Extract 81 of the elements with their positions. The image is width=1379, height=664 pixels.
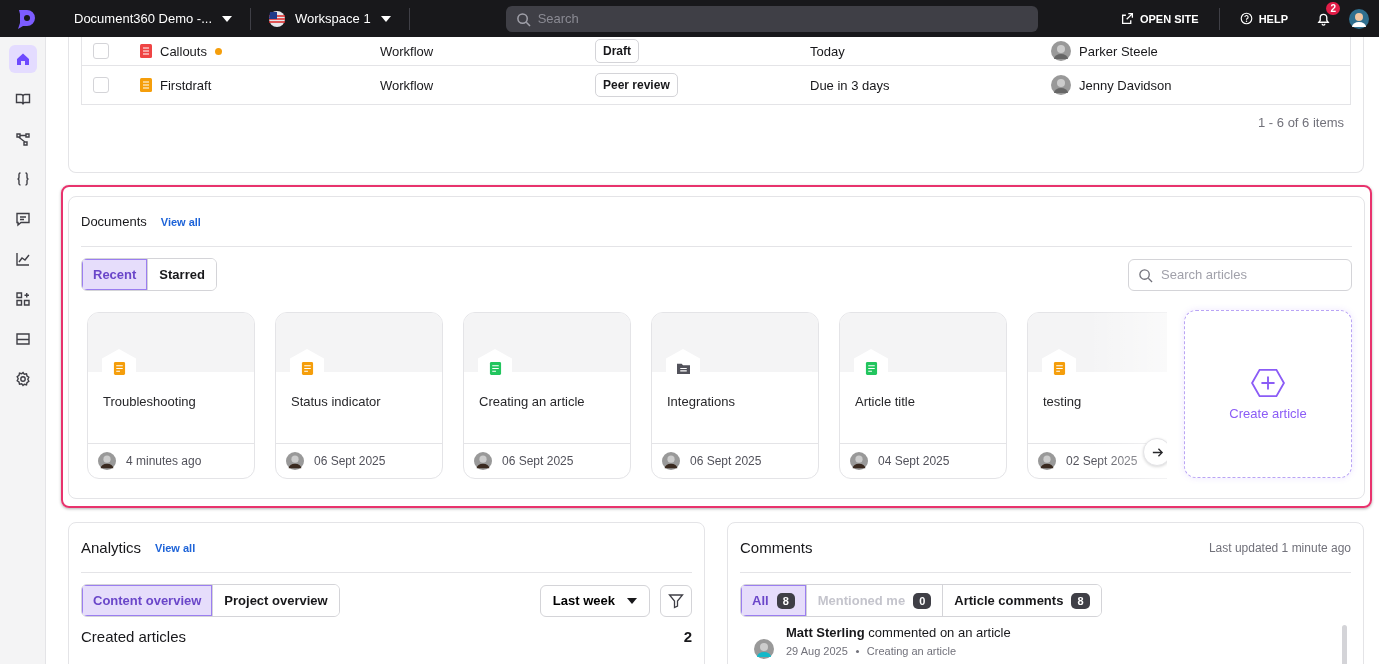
article-title: Status indicator	[290, 393, 382, 411]
workspace-dropdown[interactable]: Workspace 1	[265, 10, 395, 27]
caret-icon	[380, 15, 391, 22]
open-site-link[interactable]: OPEN SITE	[1114, 12, 1205, 25]
section-title: Comments	[740, 539, 813, 556]
section-title: Documents	[81, 214, 147, 229]
search-icon	[515, 11, 531, 27]
article-title: Troubleshooting	[102, 393, 197, 411]
next-arrow-button[interactable]	[1143, 438, 1167, 466]
table-cell-text: Today	[810, 43, 846, 59]
user-avatar	[474, 452, 492, 470]
modified-date: 06 Sept 2025	[502, 454, 574, 468]
tab[interactable]: Project overview	[212, 585, 339, 616]
filter-button[interactable]	[660, 584, 692, 617]
pagination-summary: 1 - 6 of 6 items	[1257, 114, 1345, 130]
comment-summary: Matt Sterling commented on an article	[786, 625, 1011, 640]
tab[interactable]: Content overview	[82, 585, 213, 616]
row-checkbox[interactable]	[93, 77, 109, 93]
user-avatar	[286, 452, 304, 470]
project-dropdown[interactable]: Document360 Demo -...	[70, 11, 236, 26]
search-field[interactable]: Search articles	[1128, 258, 1352, 291]
article-title: testing	[1042, 393, 1083, 411]
assignee-name: Parker Steele	[1079, 43, 1158, 59]
article-title: Creating an article	[478, 393, 586, 411]
row-checkbox[interactable]	[93, 43, 109, 59]
user-avatar	[850, 452, 868, 470]
view-all-link[interactable]: View all	[155, 541, 196, 554]
last-updated-text: Last updated 1 minute ago	[1208, 540, 1351, 555]
user-avatar	[1051, 41, 1071, 61]
user-avatar	[662, 452, 680, 470]
tab[interactable]: Recent	[82, 259, 148, 290]
flag-icon	[269, 10, 285, 27]
separator-dot	[855, 649, 859, 653]
help-icon	[1239, 12, 1253, 25]
table-cell-text: Workflow	[380, 43, 435, 59]
caret-icon	[222, 15, 232, 22]
user-avatar	[1051, 75, 1071, 95]
status-tag: Peer review	[595, 73, 678, 97]
create-article-button[interactable]: Create article	[1184, 310, 1352, 478]
article-card[interactable]: Creating an article 06 Sept 2025	[463, 312, 631, 479]
modified-date: 06 Sept 2025	[314, 454, 386, 468]
article-card[interactable]: Integrations 06 Sept 2025	[651, 312, 819, 479]
plus-hexagon-icon	[1251, 367, 1285, 398]
article-card[interactable]: Status indicator 06 Sept 2025	[275, 312, 443, 479]
article-card[interactable]: Article title 04 Sept 2025	[839, 312, 1007, 479]
comment-date: 29 Aug 2025	[786, 645, 848, 657]
article-card[interactable]: Troubleshooting 4 minutes ago	[87, 312, 255, 479]
metric-value: 2	[683, 628, 692, 645]
filter-icon	[668, 592, 684, 609]
section-title: Analytics	[81, 539, 142, 556]
modified-date: 02 Sept 2025	[1066, 454, 1138, 468]
user-avatar[interactable]	[1349, 8, 1369, 29]
period-dropdown[interactable]: Last week	[539, 584, 650, 617]
external-link-icon	[1120, 12, 1134, 25]
modified-date: 04 Sept 2025	[878, 454, 950, 468]
article-link[interactable]: Creating an article	[866, 645, 957, 657]
modified-date: 4 minutes ago	[126, 454, 202, 468]
article-title: Article title	[854, 393, 916, 411]
article-title[interactable]: Firstdraft	[160, 77, 212, 93]
nav-home-icon[interactable]	[8, 45, 37, 73]
article-title[interactable]: Callouts	[160, 43, 207, 59]
table-cell-text: Due in 3 days	[810, 77, 891, 93]
search-field[interactable]: Search	[505, 5, 1038, 32]
help-link[interactable]: HELP	[1233, 12, 1294, 25]
modified-date: 06 Sept 2025	[690, 454, 762, 468]
tab[interactable]: Article comments 8	[942, 585, 1101, 616]
search-icon	[1138, 267, 1153, 283]
metric-label: Created articles	[81, 628, 187, 645]
user-avatar	[1038, 452, 1056, 470]
table-cell-text: Workflow	[380, 77, 435, 93]
notification-bell-icon[interactable]	[1316, 11, 1331, 26]
user-avatar	[754, 639, 774, 659]
caret-icon	[627, 597, 637, 604]
article-title: Integrations	[666, 393, 736, 411]
tab[interactable]: Starred	[147, 259, 216, 290]
user-avatar	[98, 452, 116, 470]
tab[interactable]: All 8	[741, 585, 806, 616]
notification-count: 2	[1326, 2, 1340, 15]
assignee-name: Jenny Davidson	[1079, 77, 1172, 93]
status-tag: Draft	[595, 39, 639, 63]
view-all-link[interactable]: View all	[160, 215, 201, 228]
